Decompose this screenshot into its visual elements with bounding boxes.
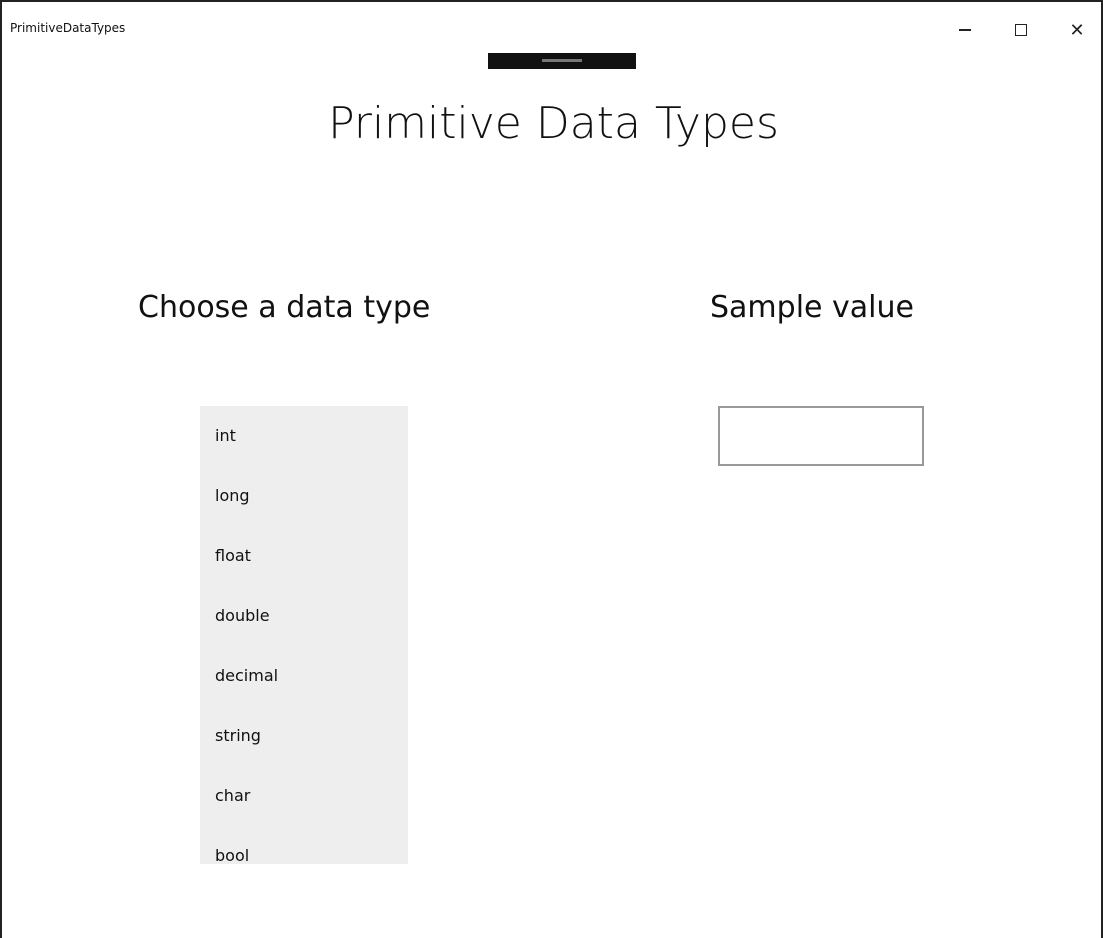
app-title: PrimitiveDataTypes bbox=[10, 21, 126, 35]
list-item-float[interactable]: float bbox=[215, 546, 251, 565]
list-item-string[interactable]: string bbox=[215, 726, 261, 745]
minimize-icon bbox=[959, 29, 971, 31]
data-type-listbox[interactable]: int long float double decimal string cha… bbox=[200, 406, 408, 865]
app-window: PrimitiveDataTypes ✕ Primitive Data Type… bbox=[0, 0, 1103, 938]
title-bar[interactable]: PrimitiveDataTypes ✕ bbox=[2, 2, 1101, 46]
close-icon: ✕ bbox=[1069, 19, 1085, 41]
sample-value-textbox[interactable] bbox=[718, 406, 924, 466]
close-button[interactable]: ✕ bbox=[1054, 14, 1100, 46]
grip-icon bbox=[542, 59, 582, 62]
maximize-icon bbox=[1015, 24, 1027, 36]
list-item-int[interactable]: int bbox=[215, 426, 236, 445]
list-item-long[interactable]: long bbox=[215, 486, 250, 505]
drag-handle[interactable] bbox=[488, 53, 636, 69]
list-item-decimal[interactable]: decimal bbox=[215, 666, 278, 685]
list-item-double[interactable]: double bbox=[215, 606, 270, 625]
minimize-button[interactable] bbox=[942, 14, 988, 46]
choose-data-type-label: Choose a data type bbox=[138, 290, 431, 325]
sample-value-label: Sample value bbox=[710, 290, 914, 325]
page-title: Primitive Data Types bbox=[328, 98, 779, 149]
list-item-bool[interactable]: bool bbox=[215, 846, 249, 865]
list-item-char[interactable]: char bbox=[215, 786, 250, 805]
maximize-button[interactable] bbox=[998, 14, 1044, 46]
